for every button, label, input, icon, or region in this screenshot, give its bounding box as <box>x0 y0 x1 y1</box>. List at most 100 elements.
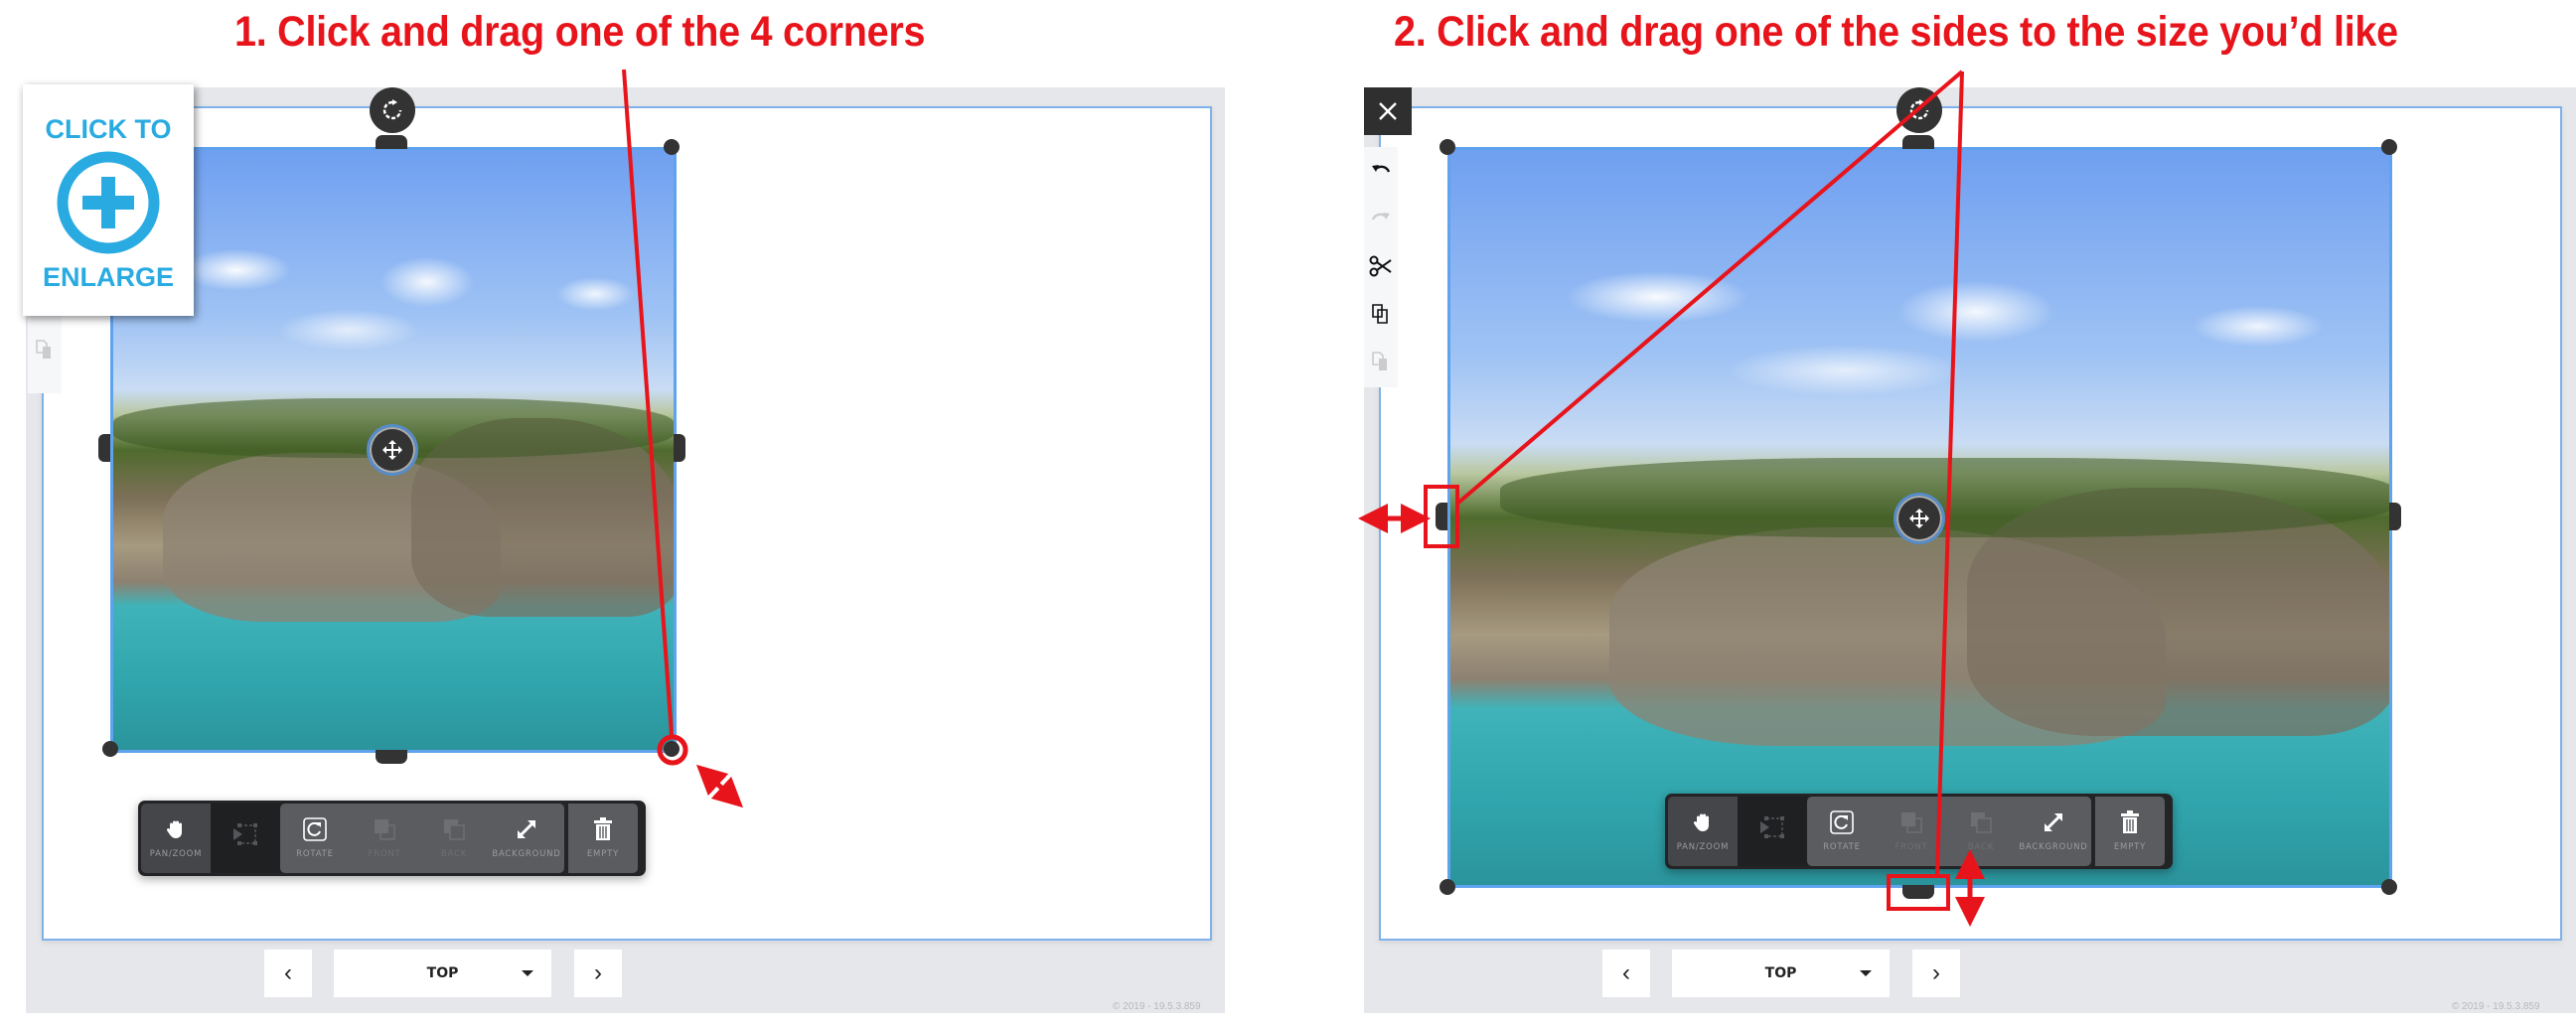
expand-icon <box>2044 812 2063 832</box>
next-view-button[interactable]: › <box>1912 950 1960 997</box>
paste-button[interactable] <box>1364 338 1398 385</box>
redo-icon <box>1371 213 1390 220</box>
corner-handle-top-left[interactable] <box>1440 139 1455 155</box>
pan-zoom-label: PAN/ZOOM <box>149 849 203 859</box>
pan-zoom-label: PAN/ZOOM <box>1676 842 1730 852</box>
corner-handle-bottom-right[interactable] <box>664 741 680 757</box>
empty-button[interactable]: EMPTY <box>568 804 638 873</box>
send-back-icon <box>1971 812 1992 833</box>
next-view-button[interactable]: › <box>574 950 622 997</box>
front-label: FRONT <box>1894 842 1928 852</box>
trash-icon <box>594 817 612 840</box>
select-icon <box>1760 816 1784 838</box>
move-icon <box>382 440 402 460</box>
front-label: FRONT <box>368 849 401 859</box>
rotate-icon <box>303 817 327 841</box>
bring-front-icon <box>1901 812 1922 833</box>
back-button[interactable]: BACK <box>1946 797 2016 866</box>
rotate-button[interactable]: ROTATE <box>1807 797 1877 866</box>
paste-icon <box>36 340 51 359</box>
step1-instruction: 1. Click and drag one of the 4 corners <box>234 8 926 56</box>
pan-zoom-button[interactable]: PAN/ZOOM <box>1668 797 1738 866</box>
empty-button[interactable]: EMPTY <box>2095 797 2165 866</box>
select-button[interactable] <box>211 804 280 873</box>
front-button[interactable]: FRONT <box>350 804 419 873</box>
move-icon <box>1909 509 1929 528</box>
corner-handle-bottom-left[interactable] <box>1440 879 1455 895</box>
close-icon <box>1379 102 1397 120</box>
pan-zoom-button[interactable]: PAN/ZOOM <box>141 804 211 873</box>
rotate-handle[interactable] <box>370 87 415 133</box>
copyright-text: © 2019 - 19.5.3.859 <box>1113 1001 1201 1012</box>
bottom-side-handle[interactable] <box>376 750 407 764</box>
redo-button[interactable] <box>1364 195 1398 242</box>
step2-instruction: 2. Click and drag one of the sides to th… <box>1394 8 2398 56</box>
undo-button[interactable] <box>1364 147 1398 195</box>
back-label: BACK <box>1967 842 1995 852</box>
view-select[interactable]: TOP <box>1672 950 1890 997</box>
editor-toolbar: PAN/ZOOM ROTATE FRONT BACK BACKGROUND EM… <box>1665 794 2173 869</box>
photo-trees <box>1500 458 2389 537</box>
background-button[interactable]: BACKGROUND <box>489 804 564 873</box>
hand-icon <box>166 820 182 838</box>
bring-front-icon <box>375 819 395 840</box>
expand-icon <box>517 819 536 839</box>
copyright-text: © 2019 - 19.5.3.859 <box>2452 1001 2540 1012</box>
empty-label: EMPTY <box>586 849 620 859</box>
view-select-value: TOP <box>426 965 459 981</box>
prev-view-button[interactable]: ‹ <box>264 950 312 997</box>
view-select[interactable]: TOP <box>334 950 551 997</box>
cut-button[interactable] <box>1364 242 1398 290</box>
rotate-icon <box>382 99 402 120</box>
arrange-group: ROTATE FRONT BACK BACKGROUND <box>1807 797 2091 866</box>
click-to-enlarge-badge[interactable]: CLICK TO ENLARGE <box>23 84 194 316</box>
right-side-handle[interactable] <box>2389 503 2401 530</box>
front-button[interactable]: FRONT <box>1877 797 1946 866</box>
caret-down-icon <box>522 970 533 976</box>
rotate-button[interactable]: ROTATE <box>280 804 350 873</box>
rotate-label: ROTATE <box>296 849 334 859</box>
close-button[interactable] <box>1364 87 1412 135</box>
left-side-handle[interactable] <box>98 434 110 462</box>
enlarge-line2: ENLARGE <box>42 262 174 292</box>
left-side-handle[interactable] <box>1436 503 1447 530</box>
hand-icon <box>1693 813 1709 831</box>
back-label: BACK <box>440 849 468 859</box>
rotate-icon <box>1830 810 1854 834</box>
arrange-group: ROTATE FRONT BACK BACKGROUND <box>280 804 564 873</box>
bottom-side-handle[interactable] <box>1902 885 1934 899</box>
copy-button[interactable] <box>1364 290 1398 338</box>
prev-view-button[interactable]: ‹ <box>1602 950 1650 997</box>
top-side-handle[interactable] <box>1902 135 1934 149</box>
corner-handle-top-right[interactable] <box>664 139 680 155</box>
caret-down-icon <box>1860 970 1872 976</box>
paste-tool[interactable] <box>28 326 62 373</box>
background-label: BACKGROUND <box>2019 842 2088 852</box>
paste-icon <box>1372 352 1387 370</box>
background-label: BACKGROUND <box>492 849 561 859</box>
undo-icon <box>1372 165 1391 173</box>
move-handle[interactable] <box>367 424 418 476</box>
rotate-icon <box>1909 99 1929 120</box>
view-select-value: TOP <box>1764 965 1797 981</box>
back-button[interactable]: BACK <box>419 804 489 873</box>
corner-handle-bottom-right[interactable] <box>2381 879 2397 895</box>
top-side-handle[interactable] <box>376 135 407 149</box>
background-button[interactable]: BACKGROUND <box>2016 797 2091 866</box>
side-toolbar <box>1364 147 1398 387</box>
corner-handle-top-right[interactable] <box>2381 139 2397 155</box>
move-handle[interactable] <box>1894 493 1945 544</box>
rotate-handle[interactable] <box>1896 87 1942 133</box>
select-button[interactable] <box>1738 797 1807 866</box>
copy-icon <box>1372 304 1388 324</box>
editor-toolbar: PAN/ZOOM ROTATE FRONT BACK BACKGROUND EM… <box>138 801 646 876</box>
scissors-icon <box>1369 255 1392 277</box>
trash-icon <box>2121 810 2139 833</box>
right-side-handle[interactable] <box>674 434 685 462</box>
corner-handle-bottom-left[interactable] <box>102 741 118 757</box>
select-icon <box>233 823 257 845</box>
plus-circle-icon <box>57 151 160 254</box>
rotate-label: ROTATE <box>1823 842 1861 852</box>
enlarge-line1: CLICK TO <box>45 114 172 144</box>
empty-label: EMPTY <box>2113 842 2147 852</box>
